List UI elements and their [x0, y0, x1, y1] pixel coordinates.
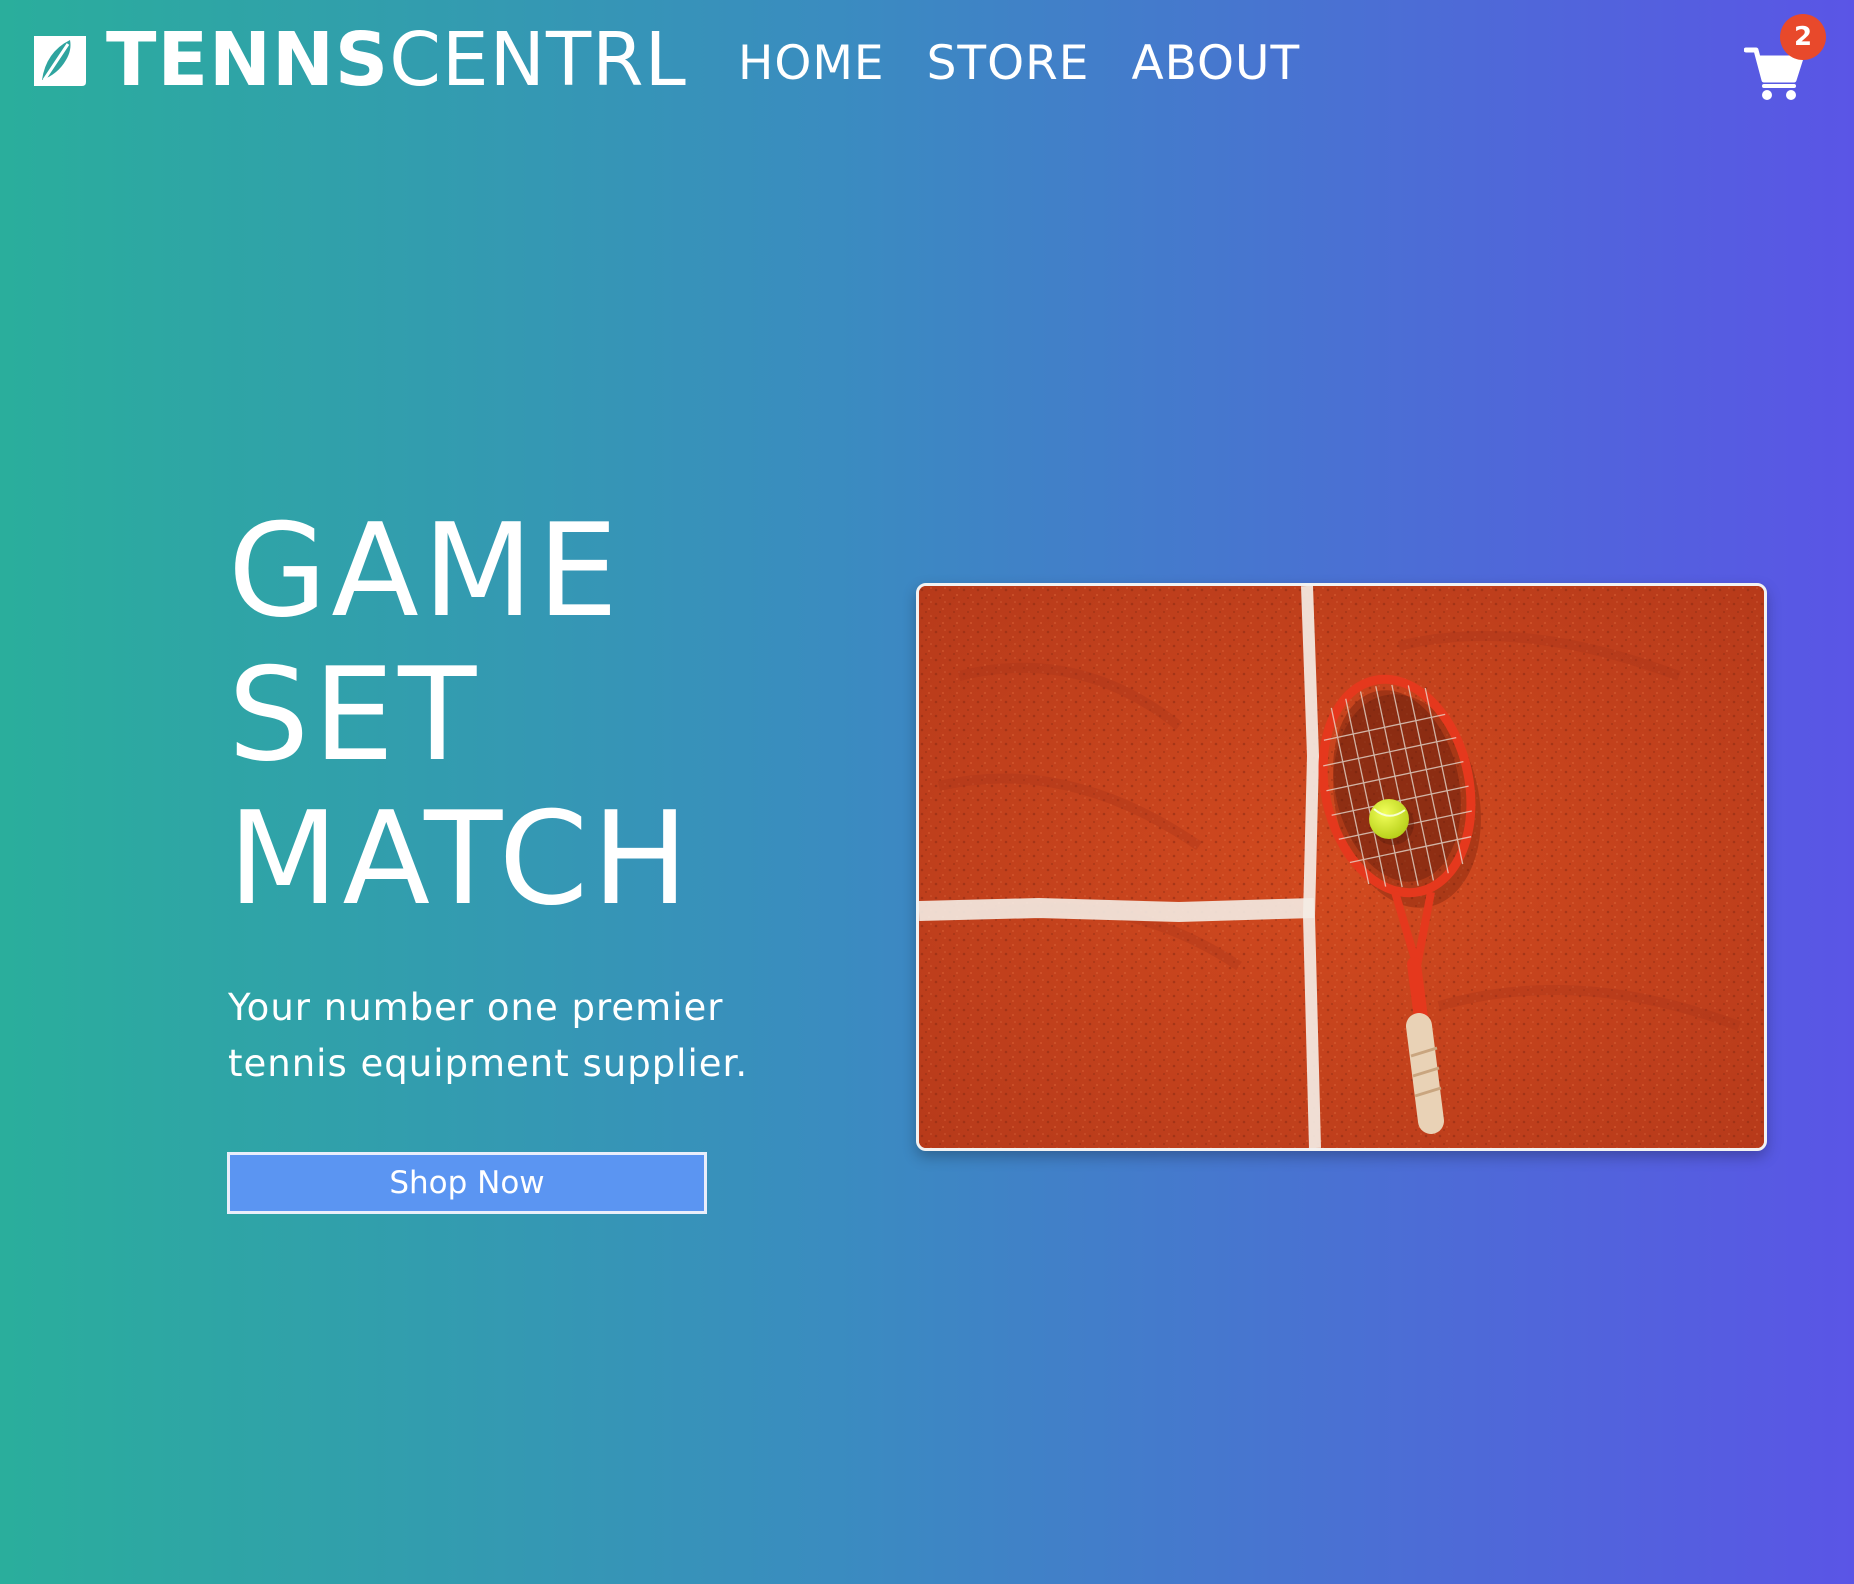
nav-home[interactable]: HOME	[738, 32, 885, 96]
cart-count-badge: 2	[1780, 14, 1826, 60]
nav-about[interactable]: ABOUT	[1131, 32, 1300, 96]
hero-title-line: GAME	[228, 497, 623, 646]
tennis-racket-clay-court-photo	[919, 586, 1764, 1148]
main-nav: HOME STORE ABOUT	[738, 32, 1342, 96]
brand-name: TENNSCENTRL	[106, 22, 687, 98]
hero-subtitle: Your number one premier tennis equipment…	[228, 986, 749, 1085]
brand-name-bold: TENNS	[106, 17, 390, 103]
hero-title-line: MATCH	[228, 785, 693, 934]
site-header: TENNSCENTRL HOME STORE ABOUT 2	[0, 0, 1854, 130]
cart-button[interactable]: 2	[1740, 14, 1832, 106]
hero-image	[916, 583, 1767, 1151]
hero-title: GAME SET MATCH	[228, 500, 692, 932]
brand-logo[interactable]: TENNSCENTRL	[28, 22, 687, 98]
nav-store[interactable]: STORE	[927, 32, 1090, 96]
brand-name-light: CENTRL	[389, 17, 687, 103]
shop-now-button[interactable]: Shop Now	[227, 1152, 707, 1214]
leaf-logo-icon	[34, 36, 86, 86]
hero-title-line: SET	[228, 641, 481, 790]
